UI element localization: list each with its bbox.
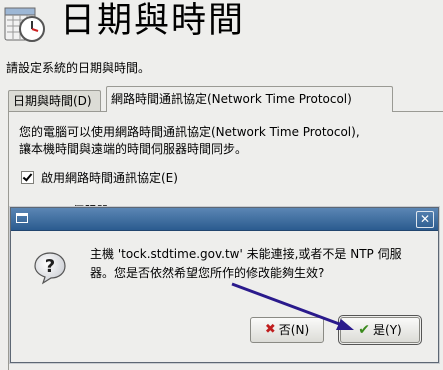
tab-date-time[interactable]: 日期與時間(D) [8, 90, 101, 111]
yes-button[interactable]: ✔ 是(Y) [338, 315, 422, 345]
yes-button-label: 是(Y) [373, 323, 402, 337]
ntp-description: 您的電腦可以使用網路時間通訊協定(Network Time Protocol),… [19, 124, 429, 158]
cancel-x-icon: ✖ [264, 322, 276, 337]
calendar-clock-icon [4, 7, 45, 42]
enable-ntp-checkbox[interactable] [21, 171, 34, 184]
dialog-titlebar[interactable]: ✕ [11, 208, 438, 231]
question-icon: ? [34, 252, 66, 285]
dialog-message: 主機 'tock.stdtime.gov.tw' 未能連接,或者不是 NTP 伺… [90, 247, 402, 280]
no-button[interactable]: ✖ 否(N) [250, 317, 324, 343]
ntp-description-line2: 讓本機時間與遠端的時間伺服器時間同步。 [19, 142, 248, 156]
no-button-label: 否(N) [278, 323, 310, 337]
svg-text:?: ? [45, 256, 55, 277]
check-icon: ✔ [358, 322, 371, 338]
tab-bar: 日期與時間(D) 網路時間通訊協定(Network Time Protocol) [8, 86, 443, 112]
enable-ntp-row[interactable]: 啟用網路時間通訊協定(E) [21, 169, 178, 186]
close-icon[interactable]: ✕ [416, 211, 434, 228]
enable-ntp-label: 啟用網路時間通訊協定(E) [41, 171, 178, 185]
confirm-dialog: ✕ ? 主機 'tock.stdtime.gov.tw' 未能連接,或者不是 N… [10, 207, 439, 363]
ntp-description-line1: 您的電腦可以使用網路時間通訊協定(Network Time Protocol), [19, 125, 360, 139]
tab-ntp[interactable]: 網路時間通訊協定(Network Time Protocol) [106, 86, 393, 112]
window-icon [16, 213, 28, 223]
page-title: 日期與時間 [60, 1, 246, 41]
page-subtitle: 請設定系統的日期與時間。 [6, 61, 151, 75]
